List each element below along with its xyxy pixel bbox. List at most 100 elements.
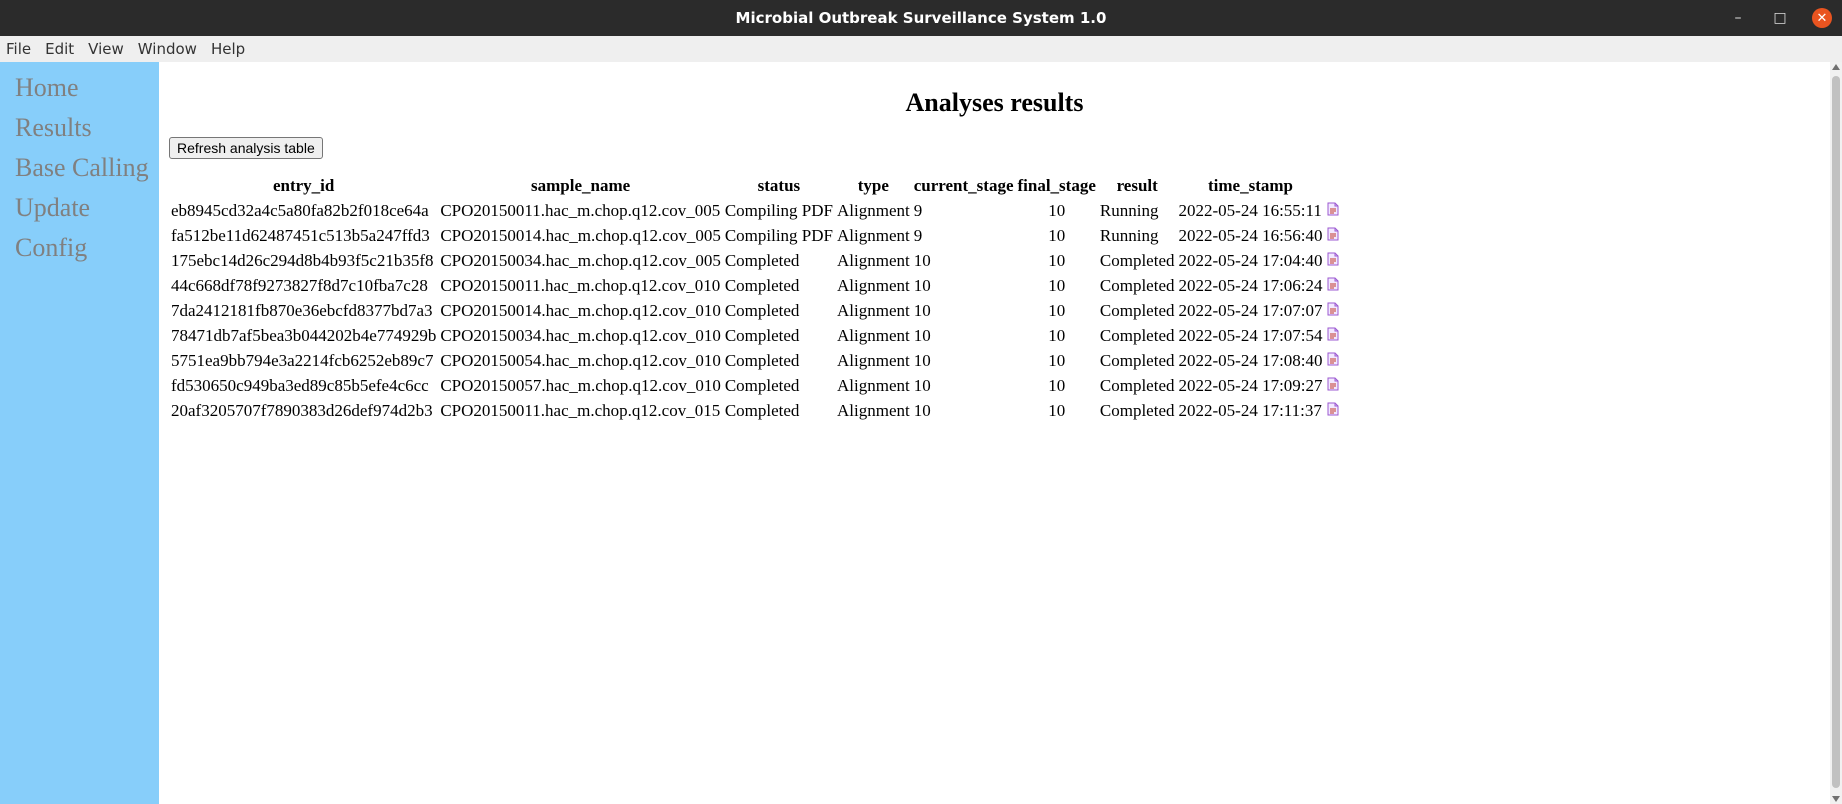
column-header-type: type	[857, 176, 889, 195]
cell-result: Completed	[1099, 300, 1175, 320]
page-title: Analyses results	[905, 88, 1084, 117]
refresh-analysis-table-button[interactable]: Refresh analysis table	[169, 137, 323, 159]
cell-status: Completed	[724, 400, 800, 420]
cell-status: Completed	[724, 350, 800, 370]
cell-sample-name: CPO20150057.hac_m.chop.q12.cov_010	[440, 375, 721, 395]
scroll-up-arrow-icon[interactable]	[1832, 64, 1840, 70]
column-header-time-stamp: time_stamp	[1208, 176, 1293, 195]
table-row: fd530650c949ba3ed89c85b5efe4c6cc CPO20150…	[170, 373, 1340, 398]
cell-final-stage: 10	[1048, 225, 1066, 245]
cell-action	[1326, 298, 1340, 323]
menu-window[interactable]: Window	[131, 40, 204, 58]
cell-current-stage: 10	[913, 275, 931, 295]
cell-action	[1326, 323, 1340, 348]
menu-edit[interactable]: Edit	[38, 40, 81, 58]
cell-type: Alignment	[837, 225, 910, 245]
cell-final-stage: 10	[1048, 400, 1066, 420]
cell-final-stage: 10	[1048, 325, 1066, 345]
cell-entry-id: 78471db7af5bea3b044202b4e774929b	[171, 325, 437, 345]
window-title: Microbial Outbreak Surveillance System 1…	[735, 9, 1107, 27]
pdf-report-icon[interactable]	[1327, 376, 1339, 396]
column-header-current-stage: current_stage	[913, 176, 1014, 195]
table-row: eb8945cd32a4c5a80fa82b2f018ce64a CPO20150…	[170, 198, 1340, 223]
cell-current-stage: 10	[913, 350, 931, 370]
cell-time-stamp: 2022-05-24 17:09:27	[1178, 375, 1323, 395]
cell-status: Completed	[724, 250, 800, 270]
pdf-report-icon[interactable]	[1327, 326, 1339, 346]
sidebar-item-config[interactable]: Config	[0, 228, 159, 268]
vertical-scrollbar[interactable]	[1830, 62, 1842, 804]
cell-entry-id: 5751ea9bb794e3a2214fcb6252eb89c7	[171, 350, 434, 370]
pdf-report-icon[interactable]	[1327, 276, 1339, 296]
cell-final-stage: 10	[1048, 250, 1066, 270]
cell-status: Compiling PDF	[724, 200, 833, 220]
cell-type: Alignment	[837, 275, 910, 295]
pdf-report-icon[interactable]	[1327, 351, 1339, 371]
menu-bar: File Edit View Window Help	[0, 36, 1842, 62]
scrollbar-thumb[interactable]	[1832, 76, 1840, 788]
column-header-final-stage: final_stage	[1017, 176, 1096, 195]
pdf-report-icon[interactable]	[1327, 401, 1339, 421]
cell-entry-id: 175ebc14d26c294d8b4b93f5c21b35f8	[171, 250, 434, 270]
cell-result: Completed	[1099, 325, 1175, 345]
cell-current-stage: 10	[913, 375, 931, 395]
table-row: 78471db7af5bea3b044202b4e774929b CPO20150…	[170, 323, 1340, 348]
cell-action	[1326, 273, 1340, 298]
cell-status: Completed	[724, 325, 800, 345]
analysis-results-table: entry_id sample_name status type current…	[168, 174, 1342, 423]
menu-help[interactable]: Help	[204, 40, 252, 58]
sidebar-item-home[interactable]: Home	[0, 68, 159, 108]
table-row: 20af3205707f7890383d26def974d2b3 CPO20150…	[170, 398, 1340, 423]
sidebar-item-base-calling[interactable]: Base Calling	[0, 148, 159, 188]
window-titlebar: Microbial Outbreak Surveillance System 1…	[0, 0, 1842, 36]
table-header-row: entry_id sample_name status type current…	[170, 174, 1340, 198]
cell-result: Running	[1099, 200, 1159, 220]
menu-view[interactable]: View	[81, 40, 131, 58]
cell-action	[1326, 373, 1340, 398]
cell-entry-id: fa512be11d62487451c513b5a247ffd3	[171, 225, 430, 245]
sidebar-item-update[interactable]: Update	[0, 188, 159, 228]
column-header-result: result	[1116, 176, 1158, 195]
sidebar-item-results[interactable]: Results	[0, 108, 159, 148]
cell-current-stage: 9	[913, 225, 923, 245]
table-row: 5751ea9bb794e3a2214fcb6252eb89c7 CPO20150…	[170, 348, 1340, 373]
table-body: eb8945cd32a4c5a80fa82b2f018ce64a CPO20150…	[170, 198, 1340, 423]
menu-file[interactable]: File	[0, 40, 38, 58]
cell-type: Alignment	[837, 375, 910, 395]
cell-status: Compiling PDF	[724, 225, 833, 245]
close-icon[interactable]: ✕	[1812, 8, 1832, 28]
cell-entry-id: fd530650c949ba3ed89c85b5efe4c6cc	[171, 375, 429, 395]
cell-sample-name: CPO20150014.hac_m.chop.q12.cov_010	[440, 300, 721, 320]
cell-type: Alignment	[837, 300, 910, 320]
cell-result: Completed	[1099, 250, 1175, 270]
window-controls: – □ ✕	[1728, 0, 1832, 36]
cell-time-stamp: 2022-05-24 16:55:11	[1178, 200, 1322, 220]
cell-action	[1326, 348, 1340, 373]
cell-sample-name: CPO20150034.hac_m.chop.q12.cov_010	[440, 325, 721, 345]
maximize-icon[interactable]: □	[1770, 8, 1790, 28]
cell-sample-name: CPO20150014.hac_m.chop.q12.cov_005	[440, 225, 721, 245]
cell-entry-id: 44c668df78f9273827f8d7c10fba7c28	[171, 275, 428, 295]
cell-result: Completed	[1099, 400, 1175, 420]
minimize-icon[interactable]: –	[1728, 8, 1748, 28]
table-row: 175ebc14d26c294d8b4b93f5c21b35f8 CPO20150…	[170, 248, 1340, 273]
cell-result: Running	[1099, 225, 1159, 245]
cell-time-stamp: 2022-05-24 17:06:24	[1178, 275, 1323, 295]
cell-result: Completed	[1099, 350, 1175, 370]
pdf-report-icon[interactable]	[1327, 301, 1339, 321]
cell-type: Alignment	[837, 250, 910, 270]
cell-sample-name: CPO20150034.hac_m.chop.q12.cov_005	[440, 250, 721, 270]
cell-sample-name: CPO20150011.hac_m.chop.q12.cov_015	[440, 400, 721, 420]
cell-final-stage: 10	[1048, 375, 1066, 395]
column-header-action	[1326, 174, 1340, 198]
cell-action	[1326, 248, 1340, 273]
pdf-report-icon[interactable]	[1327, 201, 1339, 221]
table-row: 44c668df78f9273827f8d7c10fba7c28 CPO20150…	[170, 273, 1340, 298]
cell-type: Alignment	[837, 325, 910, 345]
pdf-report-icon[interactable]	[1327, 251, 1339, 271]
column-header-entry-id: entry_id	[272, 176, 335, 195]
scroll-down-arrow-icon[interactable]	[1832, 796, 1840, 802]
cell-sample-name: CPO20150054.hac_m.chop.q12.cov_010	[440, 350, 721, 370]
pdf-report-icon[interactable]	[1327, 226, 1339, 246]
cell-final-stage: 10	[1048, 300, 1066, 320]
